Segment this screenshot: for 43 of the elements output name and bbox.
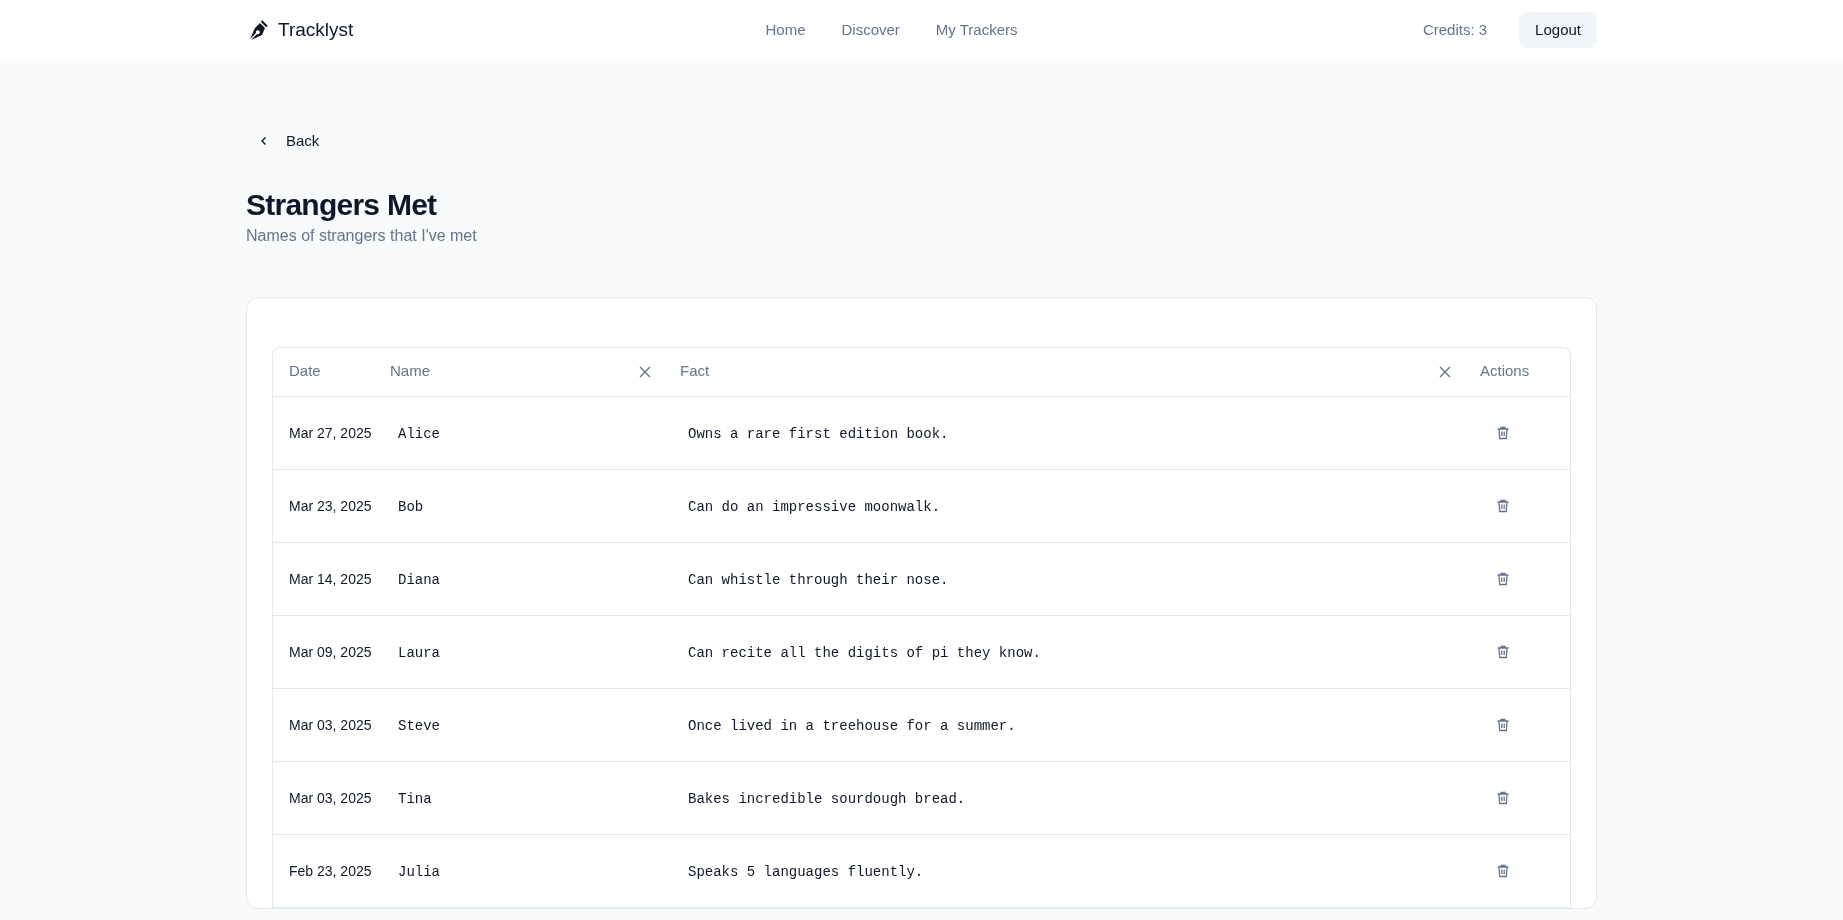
delete-icon[interactable] bbox=[1495, 497, 1511, 514]
logout-button[interactable]: Logout bbox=[1519, 12, 1597, 48]
name-cell: Laura bbox=[398, 644, 440, 661]
name-cell: Steve bbox=[398, 717, 440, 734]
delete-icon[interactable] bbox=[1495, 789, 1511, 806]
back-button[interactable]: Back bbox=[258, 128, 320, 154]
delete-icon[interactable] bbox=[1495, 570, 1511, 587]
fact-cell: Can recite all the digits of pi they know. bbox=[688, 644, 1041, 661]
page-subtitle: Names of strangers that I've met bbox=[246, 225, 478, 246]
fact-cell: Can whistle through their nose. bbox=[688, 571, 949, 588]
fact-cell: Bakes incredible sourdough bread. bbox=[688, 790, 966, 807]
nav-link[interactable]: Home bbox=[753, 10, 818, 50]
date-cell-text: Mar 09, 2025 bbox=[289, 642, 373, 662]
close-icon[interactable] bbox=[638, 364, 652, 379]
column-header: Actions bbox=[1480, 361, 1530, 382]
name-cell: Alice bbox=[398, 425, 440, 442]
fact-cell: Can do an impressive moonwalk. bbox=[688, 498, 941, 515]
fact-cell: Owns a rare first edition book. bbox=[688, 425, 949, 442]
fact-cell: Once lived in a treehouse for a summer. bbox=[688, 717, 1016, 734]
delete-icon[interactable] bbox=[1495, 862, 1511, 879]
nav-link[interactable]: My Trackers bbox=[923, 10, 1030, 50]
brand-name[interactable]: Tracklyst bbox=[278, 15, 354, 45]
column-header: Name bbox=[390, 361, 430, 382]
date-cell-text: Feb 23, 2025 bbox=[289, 861, 373, 881]
close-icon[interactable] bbox=[1438, 364, 1452, 379]
date-cell-text: Mar 03, 2025 bbox=[289, 715, 373, 735]
nav-link[interactable]: Discover bbox=[829, 10, 912, 50]
delete-icon[interactable] bbox=[1495, 643, 1511, 660]
date-cell-text: Mar 23, 2025 bbox=[289, 496, 373, 516]
name-cell: Diana bbox=[398, 571, 440, 588]
credits-count: Credits: 3 bbox=[1422, 19, 1488, 40]
name-cell: Bob bbox=[398, 498, 424, 515]
date-cell-text: Mar 27, 2025 bbox=[289, 423, 373, 443]
delete-icon[interactable] bbox=[1495, 716, 1511, 733]
column-header: Fact bbox=[680, 361, 710, 382]
delete-icon[interactable] bbox=[1495, 424, 1511, 441]
date-cell-text: Mar 14, 2025 bbox=[289, 569, 373, 589]
page-title: Strangers Met bbox=[246, 187, 438, 223]
name-cell: Tina bbox=[398, 790, 432, 807]
date-cell-text: Mar 03, 2025 bbox=[289, 788, 373, 808]
name-cell: Julia bbox=[398, 863, 440, 880]
fact-cell: Speaks 5 languages fluently. bbox=[688, 863, 924, 880]
column-header: Date bbox=[289, 361, 321, 382]
